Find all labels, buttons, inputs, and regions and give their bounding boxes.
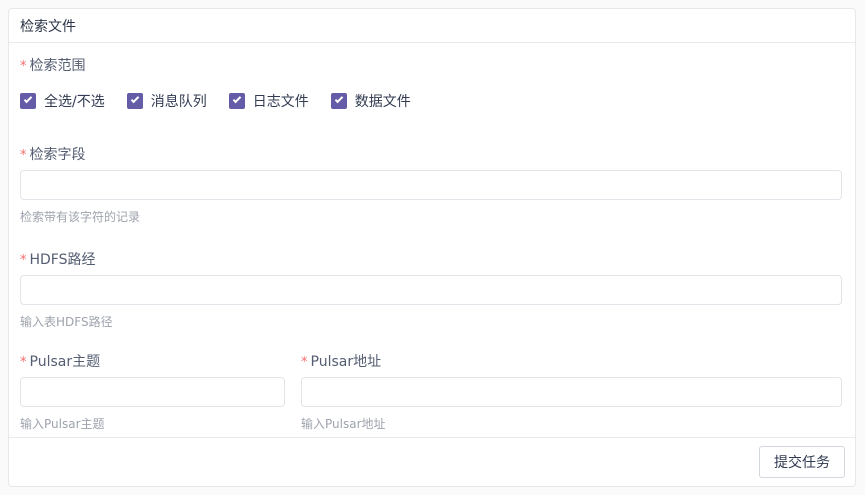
search-file-card: 检索文件 检索范围 全选/不选 消息队列 日志文件 <box>8 8 856 487</box>
check-icon <box>334 94 342 102</box>
checkbox-checked[interactable] <box>20 93 36 109</box>
check-icon <box>24 94 32 102</box>
pulsar-topic-column: Pulsar主题 输入Pulsar主题 <box>20 352 285 433</box>
page-title: 检索文件 <box>20 16 76 36</box>
required-asterisk <box>20 59 27 74</box>
search-field-label: 检索字段 <box>20 145 842 166</box>
required-asterisk <box>301 355 308 370</box>
search-form: 检索范围 全选/不选 消息队列 日志文件 数据文件 <box>9 43 855 437</box>
required-asterisk <box>20 355 27 370</box>
hdfs-path-input[interactable] <box>20 275 842 305</box>
hdfs-path-label: HDFS路经 <box>20 250 842 271</box>
pulsar-topic-input[interactable] <box>20 377 285 407</box>
pulsar-address-hint: 输入Pulsar地址 <box>301 416 842 433</box>
form-group-pulsar: Pulsar主题 输入Pulsar主题 Pulsar地址 输入Pulsar地址 <box>20 352 842 433</box>
check-icon <box>232 94 240 102</box>
pulsar-topic-label: Pulsar主题 <box>20 352 285 373</box>
required-asterisk <box>20 148 27 163</box>
submit-task-button[interactable]: 提交任务 <box>759 446 845 478</box>
search-field-input[interactable] <box>20 170 842 200</box>
checkbox-label: 日志文件 <box>253 91 309 111</box>
scope-checkbox-group: 全选/不选 消息队列 日志文件 数据文件 <box>20 90 842 111</box>
form-group-hdfs-path: HDFS路经 输入表HDFS路径 <box>20 250 842 331</box>
form-group-scope: 检索范围 全选/不选 消息队列 日志文件 数据文件 <box>20 56 842 111</box>
pulsar-address-input[interactable] <box>301 377 842 407</box>
card-header: 检索文件 <box>9 9 855 43</box>
pulsar-address-label: Pulsar地址 <box>301 352 842 373</box>
pulsar-address-column: Pulsar地址 输入Pulsar地址 <box>301 352 842 433</box>
check-icon <box>130 94 138 102</box>
scope-label: 检索范围 <box>20 56 842 77</box>
form-group-search-field: 检索字段 检索带有该字符的记录 <box>20 145 842 226</box>
checkbox-select-all[interactable]: 全选/不选 <box>20 91 105 111</box>
hdfs-path-hint: 输入表HDFS路径 <box>20 314 842 331</box>
checkbox-checked[interactable] <box>127 93 143 109</box>
pulsar-topic-hint: 输入Pulsar主题 <box>20 416 285 433</box>
card-footer: 提交任务 <box>9 437 855 486</box>
search-field-hint: 检索带有该字符的记录 <box>20 209 842 226</box>
checkbox-label: 消息队列 <box>151 91 207 111</box>
checkbox-checked[interactable] <box>229 93 245 109</box>
required-asterisk <box>20 253 27 268</box>
checkbox-log-file[interactable]: 日志文件 <box>229 91 309 111</box>
checkbox-message-queue[interactable]: 消息队列 <box>127 91 207 111</box>
checkbox-label: 数据文件 <box>355 91 411 111</box>
checkbox-data-file[interactable]: 数据文件 <box>331 91 411 111</box>
checkbox-checked[interactable] <box>331 93 347 109</box>
checkbox-label: 全选/不选 <box>44 91 105 111</box>
